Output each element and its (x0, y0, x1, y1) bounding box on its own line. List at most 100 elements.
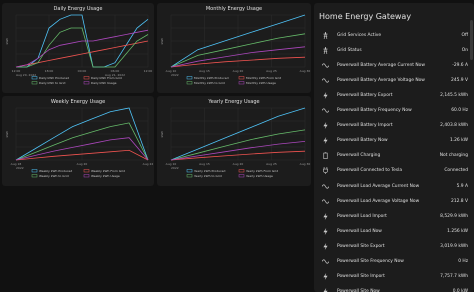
legend-swatch (31, 169, 38, 173)
legend-swatch (238, 81, 245, 85)
entity-row[interactable]: Powerwall Connected to Tesla Connected (314, 165, 474, 177)
legend-swatch (83, 76, 90, 80)
sine-wave-icon (320, 181, 330, 191)
x-tick-label: 12:00 (144, 69, 153, 73)
x-tick-label: Aug 20 (233, 69, 244, 73)
legend-label[interactable]: Daily kWh Usage (91, 81, 117, 85)
x-tick-sublabel: 2022 (171, 166, 179, 170)
sine-wave-icon (320, 106, 330, 116)
entity-row[interactable]: Powerwall Battery Export 2,145.5 kWh (314, 89, 474, 101)
sine-wave-icon (320, 257, 330, 267)
legend-label[interactable]: Yearly kWh Produced (194, 169, 226, 173)
legend-swatch (186, 76, 193, 80)
entity-row[interactable]: Powerwall Load Import 8,529.9 kWh (314, 210, 474, 222)
scrollbar[interactable] (470, 20, 473, 60)
entity-row[interactable]: Powerwall Site Frequency Now 0 Hz (314, 256, 474, 268)
legend-swatch (83, 174, 90, 178)
entity-row[interactable]: Powerwall Load Now 1.256 kW (314, 225, 474, 237)
lightning-icon (320, 136, 330, 146)
legend-swatch (186, 174, 193, 178)
x-tick-label: Aug 20 (77, 162, 88, 166)
entity-row[interactable]: Powerwall Load Average Current Now 5.9 A (314, 180, 474, 192)
daily-energy-chart: 12:00 18:00 00:00 06:00 12:00Aug 20, 2022 Aug… (5, 14, 153, 85)
entity-name: Powerwall Charging (337, 153, 381, 159)
entity-row[interactable]: Powerwall Battery Frequency Now 60.0 Hz (314, 105, 474, 117)
legend-label[interactable]: Weekly kWh Usage (91, 174, 120, 178)
legend-label[interactable]: Monthly kWh Usage (246, 81, 276, 85)
monthly-energy-card[interactable]: Monthly Energy Usage Aug 10 Aug 15 Aug 20 A… (157, 3, 311, 93)
weekly-energy-chart: Aug 18 Aug 20 Aug 222022kWhWeekly kWh Prod… (5, 107, 154, 178)
legend-label[interactable]: Weekly kWh From Grid (91, 169, 125, 173)
entity-name: Powerwall Site Export (337, 243, 385, 249)
entity-value: 245.9 V (451, 77, 468, 83)
legend-label[interactable]: Monthly kWh Produced (194, 76, 229, 80)
entity-row[interactable]: Powerwall Load Average Voltage Now 212.8 … (314, 195, 474, 207)
legend-label[interactable]: Yearly kWh From Grid (246, 169, 278, 173)
x-tick-label: 00:00 (78, 69, 87, 73)
y-axis-label: kWh (5, 38, 9, 45)
entity-value: -29.6 A (452, 62, 468, 68)
entity-row[interactable]: Powerwall Battery Average Voltage Now 245… (314, 74, 474, 86)
entity-value: 7,757.7 kWh (440, 274, 468, 280)
legend-label[interactable]: Yearly kWh to Grid (194, 174, 222, 178)
plot-area: Aug 10 Aug 15 Aug 20 Aug 25 Aug 302022kWhMon… (160, 14, 311, 85)
legend-swatch (83, 169, 90, 173)
x-tick-label: Aug 15 (199, 69, 210, 73)
entity-name: Powerwall Load Now (337, 228, 382, 234)
x-tick-label: Aug 15 (199, 162, 210, 166)
legend-label[interactable]: Yearly kWh Usage (246, 174, 273, 178)
sine-wave-icon (320, 60, 330, 70)
legend-swatch (31, 174, 38, 178)
y-axis-label: kWh (160, 38, 164, 45)
plot-area: Aug 18 Aug 20 Aug 222022kWhWeekly kWh Prod… (5, 107, 154, 178)
x-tick-label: Aug 25 (266, 162, 277, 166)
legend-label[interactable]: Daily kWh From Grid (91, 76, 122, 80)
legend-swatch (238, 169, 245, 173)
daily-energy-card[interactable]: Daily Energy Usage 12:00 18:00 00:00 06:00 1… (2, 3, 154, 93)
yearly-energy-card[interactable]: Yearly Energy Usage Aug 10 Aug 15 Aug 20 Au… (157, 96, 311, 186)
legend-label[interactable]: Weekly kWh Produced (39, 169, 72, 173)
grid-icon (320, 45, 330, 55)
x-tick-label: Aug 22 (143, 162, 154, 166)
entity-name: Powerwall Battery Now (337, 138, 388, 144)
entity-name: Powerwall Battery Import (337, 123, 393, 129)
x-tick-label: Aug 30 (300, 69, 311, 73)
entity-name: Powerwall Load Average Current Now (337, 183, 420, 189)
entity-value: 1.26 kW (449, 138, 468, 144)
lightning-icon (320, 121, 330, 131)
entity-row[interactable]: Grid Services Active Off (314, 29, 474, 41)
entity-row[interactable]: Grid Status On (314, 44, 474, 56)
x-tick-label: 18:00 (45, 69, 54, 73)
entity-name: Powerwall Load Import (337, 213, 387, 219)
weekly-energy-card[interactable]: Weekly Energy Usage Aug 18 Aug 20 Aug 22 20… (2, 96, 154, 186)
sine-wave-icon (320, 75, 330, 85)
entity-row[interactable]: Powerwall Battery Now 1.26 kW (314, 135, 474, 147)
entity-row[interactable]: Powerwall Charging Not charging (314, 150, 474, 162)
entity-value: Off (461, 32, 468, 38)
entity-row[interactable]: Powerwall Battery Average Current Now -29… (314, 59, 474, 71)
entity-row[interactable]: Powerwall Site Import 7,757.7 kWh (314, 271, 474, 283)
entity-row[interactable]: Powerwall Site Now 0.0 kW (314, 286, 474, 292)
entity-value: On (461, 47, 468, 53)
x-tick-label: Aug 20 (233, 162, 244, 166)
entity-value: 0 Hz (458, 259, 468, 264)
entity-row[interactable]: Powerwall Battery Import 2,403.8 kWh (314, 120, 474, 132)
legend-label[interactable]: Daily kWh to Grid (39, 81, 65, 85)
lightning-icon (320, 287, 330, 292)
legend-swatch (186, 169, 193, 173)
entity-name: Powerwall Connected to Tesla (337, 168, 403, 174)
legend-swatch (31, 81, 38, 85)
sine-wave-icon (320, 196, 330, 206)
lightning-icon (320, 211, 330, 221)
legend-label[interactable]: Weekly kWh to Grid (39, 174, 69, 178)
plot-area: Aug 10 Aug 15 Aug 20 Aug 25 Aug 302022kWhYea… (160, 107, 310, 178)
legend-label[interactable]: Daily kWh Produced (39, 76, 69, 80)
legend-label[interactable]: Monthly kWh to Grid (194, 81, 225, 85)
x-tick-label: Aug 25 (266, 69, 277, 73)
entity-row[interactable]: Powerwall Site Export 3,019.9 kWh (314, 240, 474, 252)
entity-value: 1.256 kW (447, 228, 468, 234)
grid-icon (320, 30, 330, 40)
legend-label[interactable]: Monthly kWh From Grid (246, 76, 281, 80)
entity-name: Powerwall Battery Frequency Now (337, 108, 412, 113)
entity-value: Not charging (439, 153, 468, 159)
